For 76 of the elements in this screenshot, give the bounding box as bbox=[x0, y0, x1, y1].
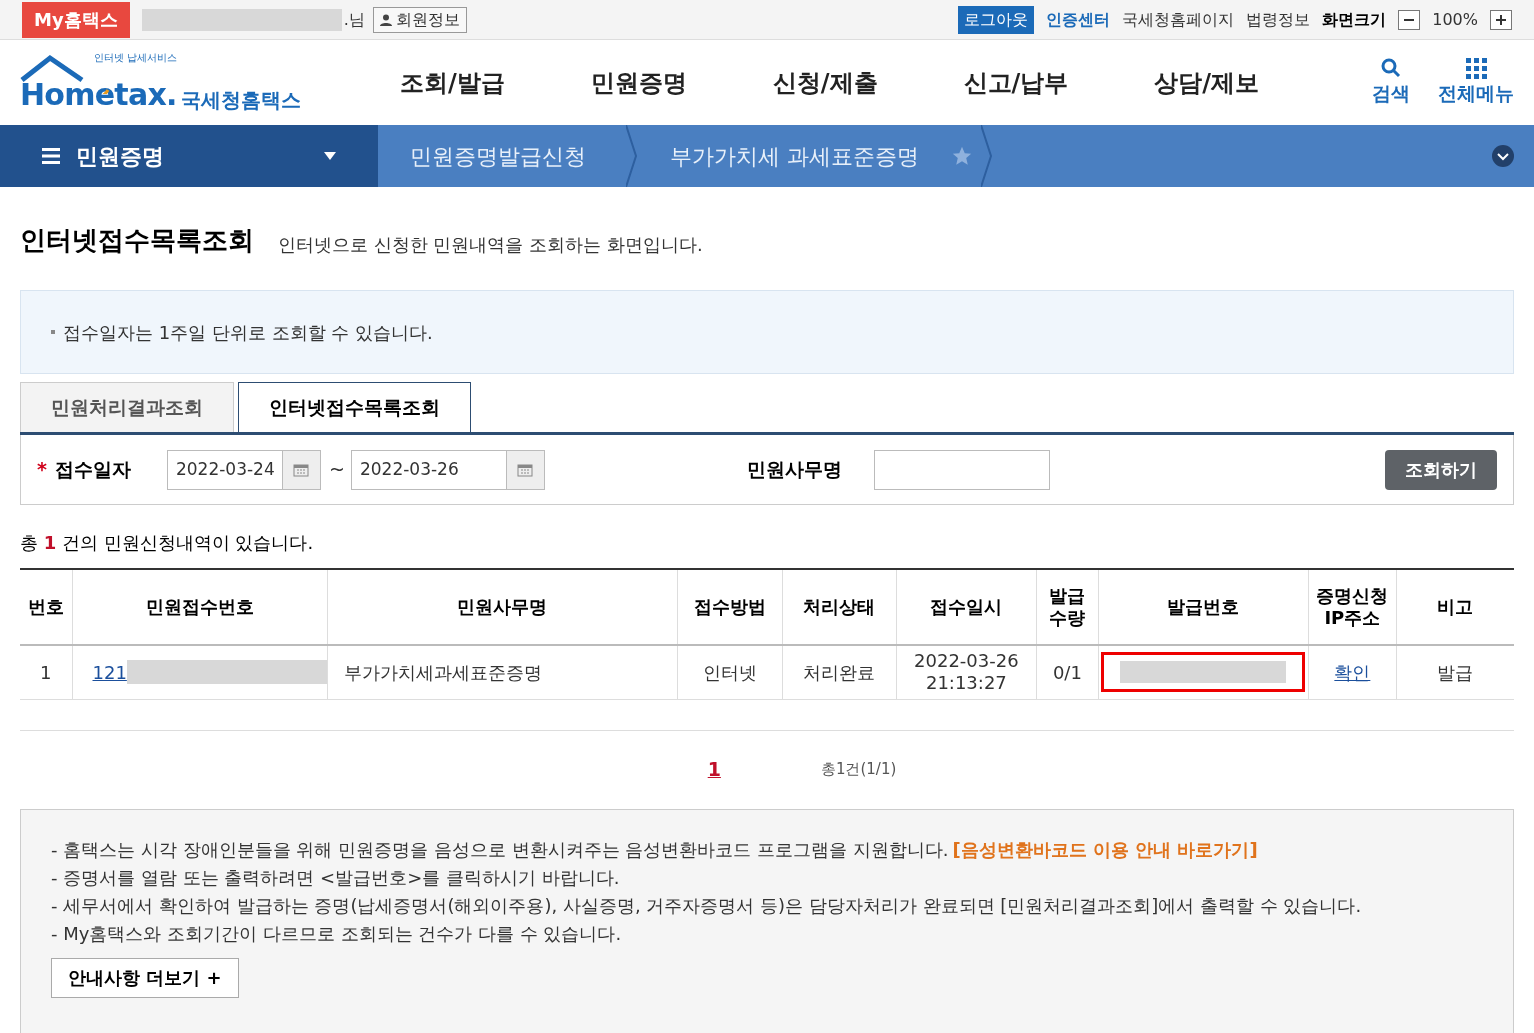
menu-icon bbox=[42, 148, 60, 164]
search-button[interactable]: 검색 bbox=[1372, 57, 1410, 108]
breadcrumb-separator bbox=[981, 125, 993, 187]
tab[interactable]: 인터넷접수목록조회 bbox=[238, 382, 471, 432]
column-header: 발급번호 bbox=[1098, 569, 1309, 645]
column-header: 비고 bbox=[1396, 569, 1514, 645]
table-cell: 인터넷 bbox=[677, 645, 783, 699]
name-label: 민원사무명 bbox=[746, 457, 842, 483]
my-hometax-button[interactable]: My홈택스 bbox=[22, 1, 130, 38]
column-header: 민원접수번호 bbox=[72, 569, 328, 645]
notice-text: - My홈택스와 조회기간이 다르므로 조회되는 건수가 다를 수 있습니다. bbox=[51, 922, 622, 946]
breadcrumb-separator bbox=[626, 125, 638, 187]
page-title: 인터넷접수목록조회 bbox=[20, 224, 254, 257]
column-header: 민원사무명 bbox=[327, 569, 678, 645]
calendar-button[interactable] bbox=[281, 450, 320, 489]
column-header: 처리상태 bbox=[782, 569, 897, 645]
zoom-level: 100% bbox=[1432, 8, 1478, 31]
required-mark: * bbox=[37, 457, 47, 483]
column-header: 증명신청 IP주소 bbox=[1308, 569, 1397, 645]
chevron-down-icon[interactable] bbox=[1492, 145, 1514, 167]
star-icon[interactable] bbox=[951, 145, 973, 167]
page-total: 총1건(1/1) bbox=[820, 758, 897, 780]
all-menu-button[interactable]: 전체메뉴 bbox=[1438, 57, 1514, 108]
top-link[interactable]: 법령정보 bbox=[1246, 7, 1311, 32]
table-cell: 2022-03-26 21:13:27 bbox=[896, 645, 1037, 699]
top-link[interactable]: 국세청홈페이지 bbox=[1122, 7, 1235, 32]
tab[interactable]: 민원처리결과조회 bbox=[20, 382, 234, 432]
date-label: 접수일자 bbox=[54, 457, 132, 483]
info-text: 접수일자는 1주일 단위로 조회할 수 있습니다. bbox=[63, 320, 433, 345]
table-cell: 부가가치세과세표준증명 bbox=[327, 645, 678, 699]
receipt-number-link[interactable]: 121 bbox=[92, 658, 127, 686]
column-header: 번호 bbox=[20, 569, 72, 645]
column-header: 접수일시 bbox=[896, 569, 1037, 645]
table-cell: 0/1 bbox=[1036, 645, 1099, 699]
table-cell: 1 bbox=[20, 645, 72, 699]
main-menu-item[interactable]: 민원증명 bbox=[590, 64, 687, 101]
more-notices-button[interactable]: 안내사항 더보기 + bbox=[51, 958, 239, 998]
start-date-field[interactable]: 2022-03-24 bbox=[166, 449, 321, 490]
grid-icon bbox=[1465, 57, 1487, 80]
main-menu-item[interactable]: 상담/제보 bbox=[1154, 64, 1260, 101]
member-info-button[interactable]: 회원정보 bbox=[372, 6, 467, 33]
calendar-button[interactable] bbox=[505, 450, 544, 489]
date-separator: ~ bbox=[328, 457, 345, 483]
end-date-field[interactable]: 2022-03-26 bbox=[350, 449, 545, 490]
notice-text: - 세무서에서 확인하여 발급하는 증명(납세증명서(해외이주용), 사실증명, 거주자증명서 등)은 담당자처리가 완료되면 [민원처리결과조회]에서 출력할 수 있습니다. bbox=[51, 894, 1362, 918]
page-link[interactable]: 1 bbox=[707, 754, 721, 783]
main-menu-item[interactable]: 신고/납부 bbox=[963, 64, 1069, 101]
search-icon bbox=[1380, 57, 1402, 80]
zoom-out-button[interactable] bbox=[1398, 9, 1421, 30]
zoom-in-button[interactable] bbox=[1490, 9, 1512, 30]
page-description: 인터넷으로 신청한 민원내역을 조회하는 화면입니다. bbox=[278, 233, 703, 257]
top-link[interactable]: 인증센터 bbox=[1046, 7, 1111, 32]
breadcrumb-item[interactable]: 민원증명발급신청 bbox=[378, 139, 618, 173]
name-field[interactable] bbox=[873, 449, 1050, 490]
notice-text: - 홈택스는 시각 장애인분들을 위해 민원증명을 음성으로 변환시켜주는 음성변환바코드 프로그램을 지원합니다. bbox=[51, 838, 949, 862]
notice-text: - 증명서를 열람 또는 출력하려면 <발급번호>를 클릭하시기 바랍니다. bbox=[51, 866, 620, 890]
menu-dropdown[interactable]: 민원증명 bbox=[0, 125, 378, 187]
main-menu-item[interactable]: 조회/발급 bbox=[400, 64, 505, 101]
caret-icon bbox=[324, 152, 336, 160]
column-header: 발급 수량 bbox=[1036, 569, 1099, 645]
main-menu-item[interactable]: 신청/제출 bbox=[772, 64, 878, 101]
table-cell: 처리완료 bbox=[782, 645, 897, 699]
user-suffix: .님 bbox=[343, 8, 365, 31]
search-button[interactable]: 조회하기 bbox=[1385, 449, 1497, 490]
top-link[interactable]: 화면크기 bbox=[1322, 7, 1387, 32]
result-summary: 총 1 건의 민원신청내역이 있습니다. bbox=[20, 531, 315, 555]
plus-icon bbox=[1496, 14, 1506, 25]
table-cell: 발급 bbox=[1396, 645, 1514, 699]
breadcrumb-item[interactable]: 부가가치세 과세표준증명 bbox=[638, 139, 951, 173]
calendar-icon bbox=[517, 462, 534, 477]
column-header: 접수방법 bbox=[677, 569, 783, 645]
person-icon bbox=[379, 13, 392, 26]
hometax-logo[interactable]: 인터넷 납세서비스 Hometax.국세청홈택스 bbox=[20, 47, 310, 118]
top-link[interactable]: 로그아웃 bbox=[958, 5, 1035, 34]
ip-check-link[interactable]: 확인 bbox=[1334, 661, 1371, 683]
calendar-icon bbox=[293, 462, 310, 477]
